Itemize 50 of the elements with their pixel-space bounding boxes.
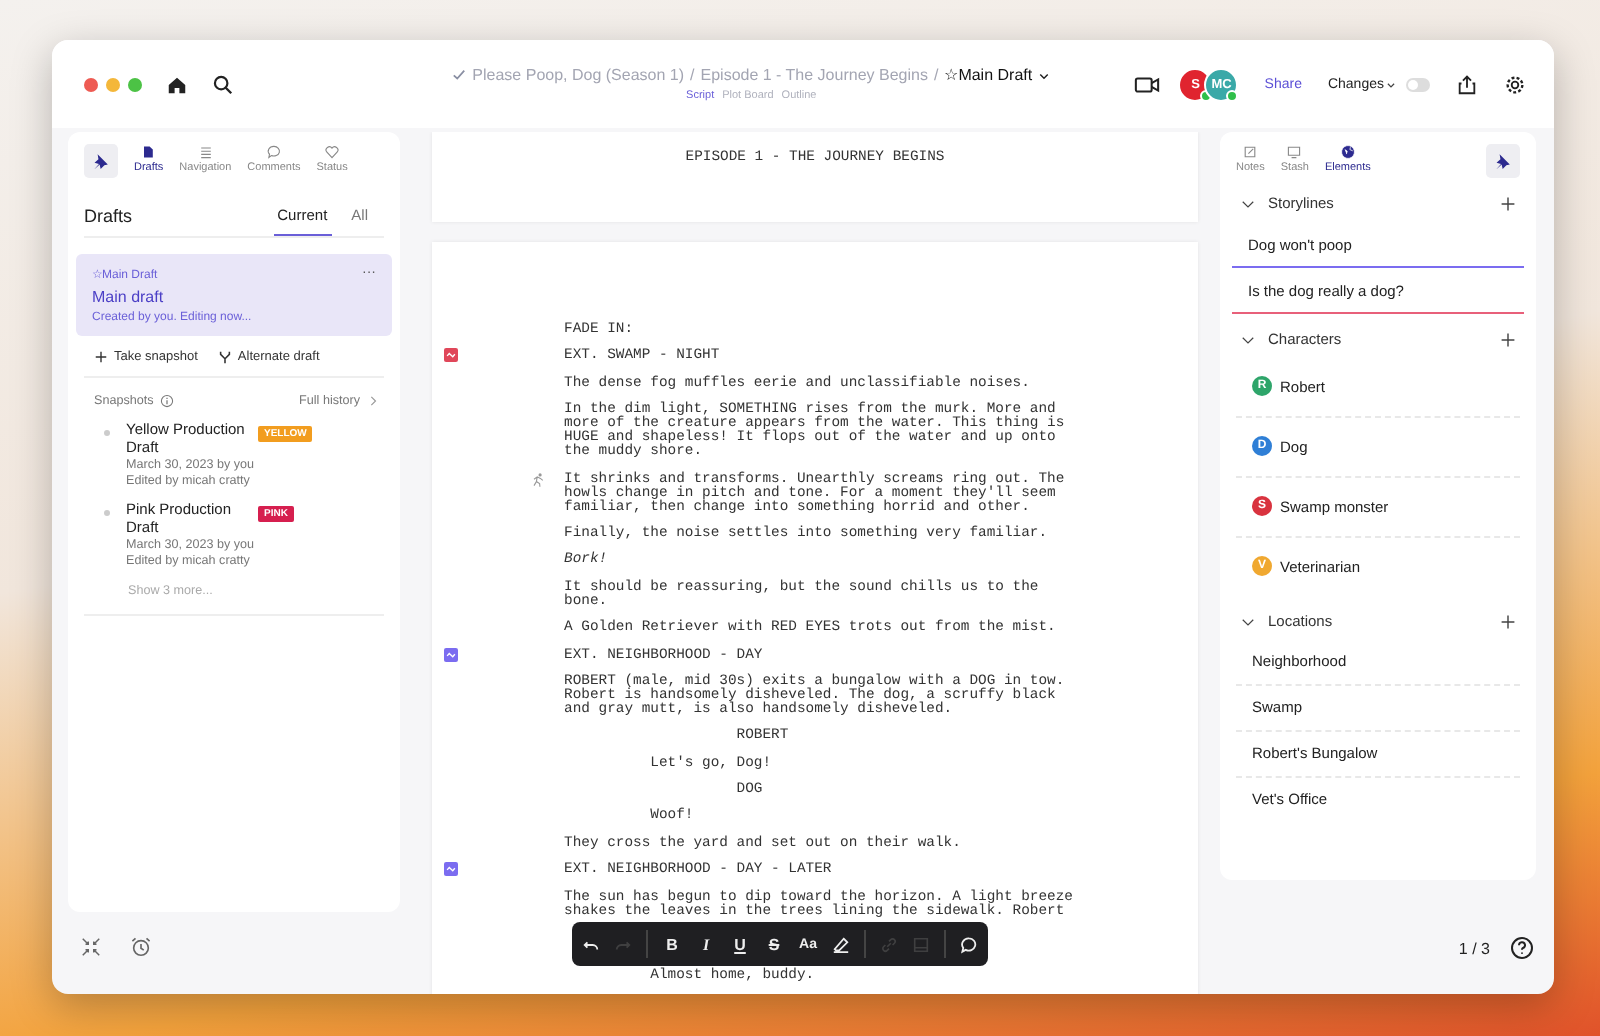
upload-icon[interactable] bbox=[1456, 73, 1478, 95]
eraser-icon[interactable] bbox=[832, 935, 850, 953]
search-icon[interactable] bbox=[212, 73, 234, 95]
globe-icon bbox=[1339, 144, 1356, 160]
info-icon[interactable] bbox=[159, 394, 174, 408]
add-icon[interactable] bbox=[1500, 331, 1516, 347]
add-icon[interactable] bbox=[1500, 195, 1516, 211]
add-icon[interactable] bbox=[1500, 613, 1516, 629]
home-icon[interactable] bbox=[166, 73, 188, 95]
plus-icon bbox=[94, 350, 108, 364]
page-counter: 1 / 3 bbox=[1458, 939, 1490, 957]
strike-button[interactable]: S bbox=[764, 935, 784, 953]
help-icon[interactable] bbox=[1510, 936, 1534, 960]
running-figure-icon[interactable] bbox=[530, 471, 546, 488]
timeline-dot bbox=[104, 510, 110, 516]
scene-marker-icon[interactable] bbox=[444, 348, 458, 363]
check-icon bbox=[452, 68, 467, 82]
speech-bubble-icon bbox=[265, 144, 282, 160]
collapse-icon[interactable] bbox=[80, 936, 102, 958]
close-window-button[interactable] bbox=[84, 77, 98, 91]
italic-button[interactable]: I bbox=[696, 935, 716, 953]
chevron-down-icon[interactable] bbox=[1240, 197, 1256, 209]
heart-icon bbox=[324, 144, 341, 160]
chevron-down-icon[interactable] bbox=[1240, 615, 1256, 627]
pin-icon[interactable] bbox=[1486, 144, 1520, 178]
scene-marker-icon[interactable] bbox=[444, 647, 458, 662]
caret-icon bbox=[1386, 79, 1396, 89]
alarm-clock-icon[interactable] bbox=[130, 936, 152, 958]
draft-name: Main draft bbox=[92, 288, 166, 306]
chevron-right-icon bbox=[368, 394, 378, 408]
caret-icon[interactable] bbox=[1038, 69, 1051, 81]
document-icon bbox=[140, 144, 157, 160]
comment-icon[interactable] bbox=[960, 935, 978, 953]
changes-toggle[interactable] bbox=[1406, 77, 1430, 91]
fork-icon bbox=[217, 350, 232, 364]
pin-icon[interactable] bbox=[84, 144, 118, 178]
list-icon bbox=[197, 144, 214, 160]
timeline-dot bbox=[104, 430, 110, 436]
settings-icon[interactable] bbox=[1504, 73, 1526, 95]
monitor-icon bbox=[1286, 144, 1303, 160]
chevron-down-icon[interactable] bbox=[1240, 333, 1256, 345]
panel-title: Drafts bbox=[84, 206, 133, 230]
scene-marker-icon[interactable] bbox=[444, 862, 458, 877]
draft-selector[interactable]: ☆Main Draft bbox=[944, 66, 1033, 84]
underline-button[interactable]: U bbox=[730, 935, 750, 953]
breadcrumb-separator: / bbox=[690, 66, 695, 84]
breadcrumb-separator: / bbox=[933, 66, 939, 84]
note-icon bbox=[1242, 144, 1259, 160]
video-camera-icon[interactable] bbox=[1134, 73, 1161, 95]
bold-button[interactable]: B bbox=[662, 935, 682, 953]
